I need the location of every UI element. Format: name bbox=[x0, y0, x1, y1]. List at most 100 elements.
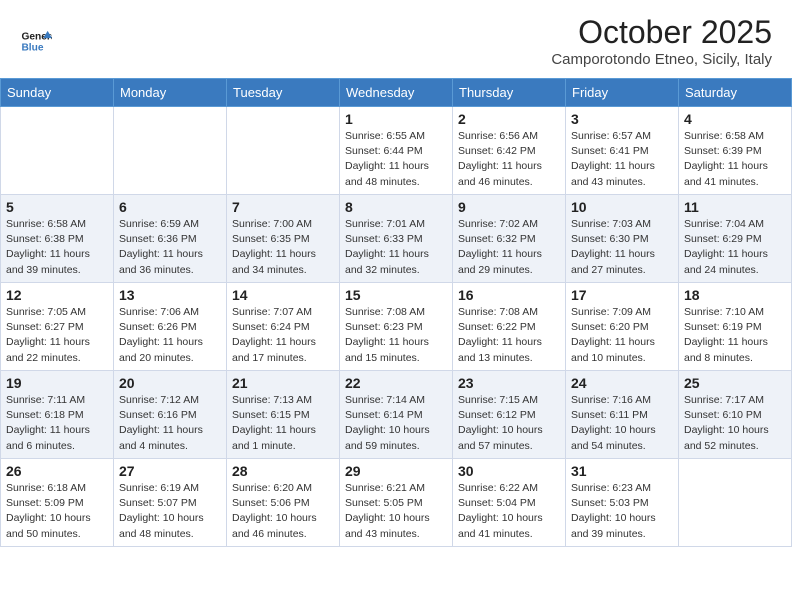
day-info: Sunrise: 7:08 AM Sunset: 6:23 PM Dayligh… bbox=[345, 305, 447, 366]
day-info: Sunrise: 7:15 AM Sunset: 6:12 PM Dayligh… bbox=[458, 393, 560, 454]
day-info: Sunrise: 6:21 AM Sunset: 5:05 PM Dayligh… bbox=[345, 481, 447, 542]
weekday-header-friday: Friday bbox=[566, 79, 679, 107]
calendar-cell: 1Sunrise: 6:55 AM Sunset: 6:44 PM Daylig… bbox=[340, 107, 453, 195]
weekday-header-saturday: Saturday bbox=[679, 79, 792, 107]
day-info: Sunrise: 6:59 AM Sunset: 6:36 PM Dayligh… bbox=[119, 217, 221, 278]
day-number: 29 bbox=[345, 463, 447, 479]
logo: General Blue bbox=[20, 25, 52, 57]
day-info: Sunrise: 7:05 AM Sunset: 6:27 PM Dayligh… bbox=[6, 305, 108, 366]
page-header: General Blue October 2025 Camporotondo E… bbox=[0, 0, 792, 72]
day-number: 6 bbox=[119, 199, 221, 215]
calendar-cell bbox=[679, 459, 792, 547]
calendar-cell: 28 Sunrise: 6:20 AM Sunset: 5:06 PM Dayli… bbox=[227, 459, 340, 547]
month-title: October 2025 bbox=[551, 14, 772, 51]
calendar-cell: 31 Sunrise: 6:23 AM Sunset: 5:03 PM Dayli… bbox=[566, 459, 679, 547]
day-number: 17 bbox=[571, 287, 673, 303]
day-number: 15 bbox=[345, 287, 447, 303]
weekday-header-sunday: Sunday bbox=[1, 79, 114, 107]
day-number: 14 bbox=[232, 287, 334, 303]
day-number: 23 bbox=[458, 375, 560, 391]
day-number: 5 bbox=[6, 199, 108, 215]
day-number: 10 bbox=[571, 199, 673, 215]
day-info: Sunrise: 6:56 AM Sunset: 6:42 PM Dayligh… bbox=[458, 129, 560, 190]
day-info: Sunrise: 6:57 AM Sunset: 6:41 PM Dayligh… bbox=[571, 129, 673, 190]
day-number: 3 bbox=[571, 111, 673, 127]
day-number: 24 bbox=[571, 375, 673, 391]
weekday-header-wednesday: Wednesday bbox=[340, 79, 453, 107]
day-number: 26 bbox=[6, 463, 108, 479]
day-info: Sunrise: 7:00 AM Sunset: 6:35 PM Dayligh… bbox=[232, 217, 334, 278]
calendar-cell: 19 Sunrise: 7:11 AM Sunset: 6:18 PM Dayli… bbox=[1, 371, 114, 459]
svg-text:Blue: Blue bbox=[21, 42, 43, 53]
day-number: 21 bbox=[232, 375, 334, 391]
calendar-cell: 22 Sunrise: 7:14 AM Sunset: 6:14 PM Dayli… bbox=[340, 371, 453, 459]
calendar-week-5: 26 Sunrise: 6:18 AM Sunset: 5:09 PM Dayli… bbox=[1, 459, 792, 547]
day-number: 28 bbox=[232, 463, 334, 479]
day-number: 7 bbox=[232, 199, 334, 215]
calendar-cell: 5 Sunrise: 6:58 AM Sunset: 6:38 PM Daylig… bbox=[1, 195, 114, 283]
day-number: 8 bbox=[345, 199, 447, 215]
day-info: Sunrise: 7:13 AM Sunset: 6:15 PM Dayligh… bbox=[232, 393, 334, 454]
calendar-cell: 15 Sunrise: 7:08 AM Sunset: 6:23 PM Dayli… bbox=[340, 283, 453, 371]
calendar-cell: 14 Sunrise: 7:07 AM Sunset: 6:24 PM Dayli… bbox=[227, 283, 340, 371]
calendar-cell: 24 Sunrise: 7:16 AM Sunset: 6:11 PM Dayli… bbox=[566, 371, 679, 459]
day-number: 16 bbox=[458, 287, 560, 303]
calendar-cell: 18 Sunrise: 7:10 AM Sunset: 6:19 PM Dayli… bbox=[679, 283, 792, 371]
calendar-week-2: 5 Sunrise: 6:58 AM Sunset: 6:38 PM Daylig… bbox=[1, 195, 792, 283]
day-number: 18 bbox=[684, 287, 786, 303]
day-info: Sunrise: 7:11 AM Sunset: 6:18 PM Dayligh… bbox=[6, 393, 108, 454]
calendar-cell bbox=[114, 107, 227, 195]
day-info: Sunrise: 7:01 AM Sunset: 6:33 PM Dayligh… bbox=[345, 217, 447, 278]
calendar-cell: 6 Sunrise: 6:59 AM Sunset: 6:36 PM Daylig… bbox=[114, 195, 227, 283]
day-number: 31 bbox=[571, 463, 673, 479]
calendar-cell: 16 Sunrise: 7:08 AM Sunset: 6:22 PM Dayli… bbox=[453, 283, 566, 371]
calendar-week-1: 1Sunrise: 6:55 AM Sunset: 6:44 PM Daylig… bbox=[1, 107, 792, 195]
calendar-cell: 3 Sunrise: 6:57 AM Sunset: 6:41 PM Daylig… bbox=[566, 107, 679, 195]
calendar-cell: 27Sunrise: 6:19 AM Sunset: 5:07 PM Dayli… bbox=[114, 459, 227, 547]
day-info: Sunrise: 7:10 AM Sunset: 6:19 PM Dayligh… bbox=[684, 305, 786, 366]
calendar-cell: 11Sunrise: 7:04 AM Sunset: 6:29 PM Dayli… bbox=[679, 195, 792, 283]
day-info: Sunrise: 7:08 AM Sunset: 6:22 PM Dayligh… bbox=[458, 305, 560, 366]
day-info: Sunrise: 6:22 AM Sunset: 5:04 PM Dayligh… bbox=[458, 481, 560, 542]
day-info: Sunrise: 6:23 AM Sunset: 5:03 PM Dayligh… bbox=[571, 481, 673, 542]
day-info: Sunrise: 6:18 AM Sunset: 5:09 PM Dayligh… bbox=[6, 481, 108, 542]
calendar-cell bbox=[227, 107, 340, 195]
calendar-cell: 21 Sunrise: 7:13 AM Sunset: 6:15 PM Dayli… bbox=[227, 371, 340, 459]
calendar-cell: 13Sunrise: 7:06 AM Sunset: 6:26 PM Dayli… bbox=[114, 283, 227, 371]
day-number: 30 bbox=[458, 463, 560, 479]
calendar-cell: 23 Sunrise: 7:15 AM Sunset: 6:12 PM Dayli… bbox=[453, 371, 566, 459]
day-info: Sunrise: 7:17 AM Sunset: 6:10 PM Dayligh… bbox=[684, 393, 786, 454]
day-number: 1 bbox=[345, 111, 447, 127]
calendar-cell: 7 Sunrise: 7:00 AM Sunset: 6:35 PM Daylig… bbox=[227, 195, 340, 283]
day-info: Sunrise: 7:14 AM Sunset: 6:14 PM Dayligh… bbox=[345, 393, 447, 454]
weekday-header-tuesday: Tuesday bbox=[227, 79, 340, 107]
calendar-cell: 20 Sunrise: 7:12 AM Sunset: 6:16 PM Dayli… bbox=[114, 371, 227, 459]
day-info: Sunrise: 7:16 AM Sunset: 6:11 PM Dayligh… bbox=[571, 393, 673, 454]
calendar-week-3: 12Sunrise: 7:05 AM Sunset: 6:27 PM Dayli… bbox=[1, 283, 792, 371]
day-number: 2 bbox=[458, 111, 560, 127]
location: Camporotondo Etneo, Sicily, Italy bbox=[551, 51, 772, 68]
day-info: Sunrise: 7:09 AM Sunset: 6:20 PM Dayligh… bbox=[571, 305, 673, 366]
day-info: Sunrise: 6:58 AM Sunset: 6:38 PM Dayligh… bbox=[6, 217, 108, 278]
calendar-table: SundayMondayTuesdayWednesdayThursdayFrid… bbox=[0, 78, 792, 547]
day-info: Sunrise: 7:03 AM Sunset: 6:30 PM Dayligh… bbox=[571, 217, 673, 278]
day-number: 9 bbox=[458, 199, 560, 215]
day-number: 20 bbox=[119, 375, 221, 391]
weekday-header-row: SundayMondayTuesdayWednesdayThursdayFrid… bbox=[1, 79, 792, 107]
day-number: 11 bbox=[684, 199, 786, 215]
weekday-header-monday: Monday bbox=[114, 79, 227, 107]
logo-icon: General Blue bbox=[20, 25, 52, 57]
calendar-cell bbox=[1, 107, 114, 195]
title-block: October 2025 Camporotondo Etneo, Sicily,… bbox=[551, 14, 772, 68]
calendar-cell: 29 Sunrise: 6:21 AM Sunset: 5:05 PM Dayli… bbox=[340, 459, 453, 547]
day-info: Sunrise: 6:20 AM Sunset: 5:06 PM Dayligh… bbox=[232, 481, 334, 542]
day-info: Sunrise: 7:12 AM Sunset: 6:16 PM Dayligh… bbox=[119, 393, 221, 454]
calendar-cell: 30 Sunrise: 6:22 AM Sunset: 5:04 PM Dayli… bbox=[453, 459, 566, 547]
calendar-cell: 17 Sunrise: 7:09 AM Sunset: 6:20 PM Dayli… bbox=[566, 283, 679, 371]
day-info: Sunrise: 7:07 AM Sunset: 6:24 PM Dayligh… bbox=[232, 305, 334, 366]
day-number: 13 bbox=[119, 287, 221, 303]
day-number: 19 bbox=[6, 375, 108, 391]
calendar-week-4: 19 Sunrise: 7:11 AM Sunset: 6:18 PM Dayli… bbox=[1, 371, 792, 459]
day-number: 25 bbox=[684, 375, 786, 391]
day-number: 22 bbox=[345, 375, 447, 391]
